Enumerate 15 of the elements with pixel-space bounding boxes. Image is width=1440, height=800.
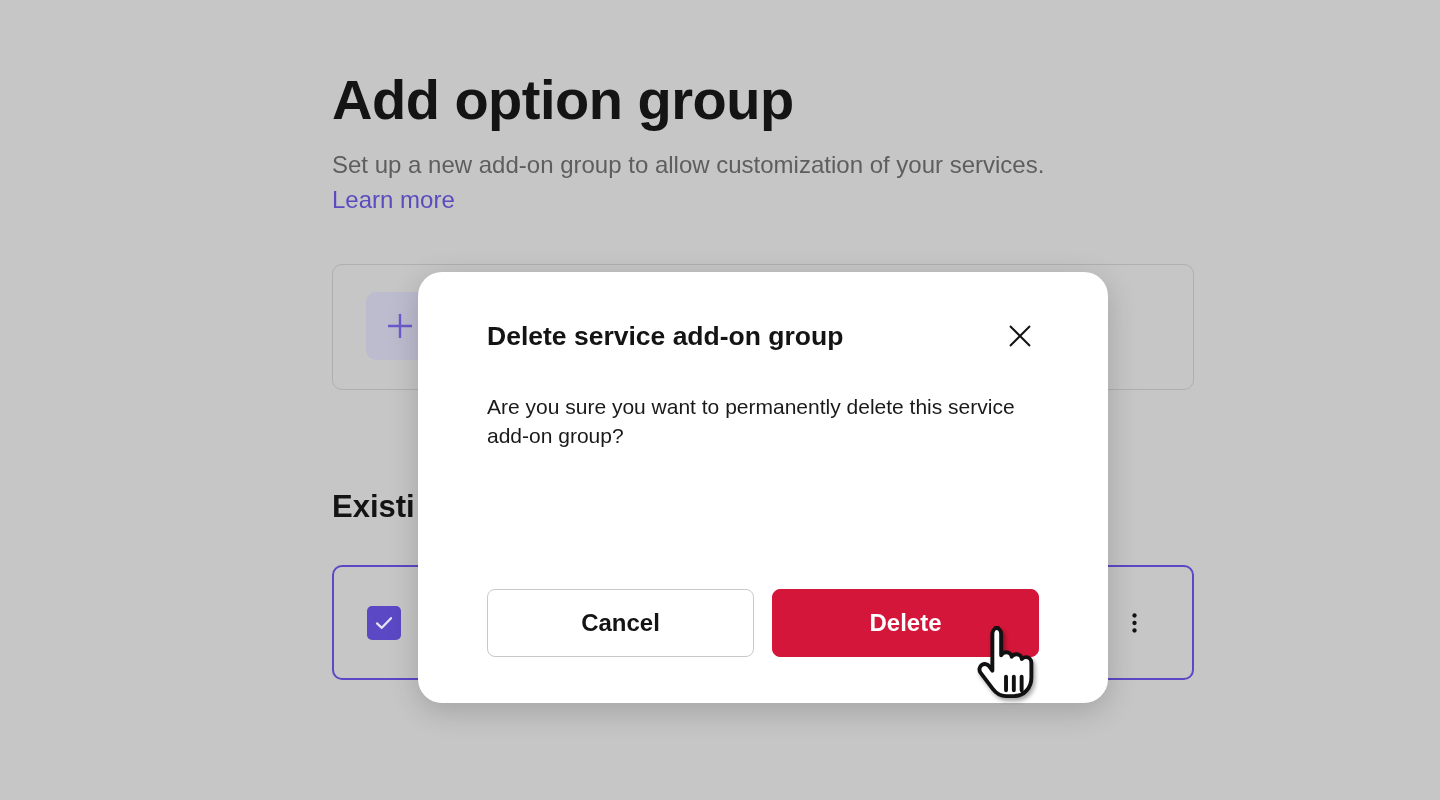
checkbox[interactable] [367, 605, 401, 640]
close-icon [1008, 324, 1032, 348]
add-button[interactable] [366, 292, 418, 360]
delete-button[interactable]: Delete [772, 589, 1039, 657]
page-title: Add option group [332, 67, 794, 133]
section-heading: Existi [332, 488, 415, 526]
checkmark-icon [375, 615, 393, 630]
plus-icon [387, 313, 413, 339]
dialog-title: Delete service add-on group [487, 320, 844, 353]
learn-more-link[interactable]: Learn more [332, 182, 455, 217]
close-button[interactable] [1007, 323, 1033, 349]
dialog-message: Are you sure you want to permanently delete this service add-on group? [487, 394, 1016, 449]
page-subtitle: Set up a new add-on group to allow customization of your services. [332, 150, 1045, 180]
more-vertical-icon [1131, 611, 1137, 634]
cancel-button[interactable]: Cancel [487, 589, 754, 657]
